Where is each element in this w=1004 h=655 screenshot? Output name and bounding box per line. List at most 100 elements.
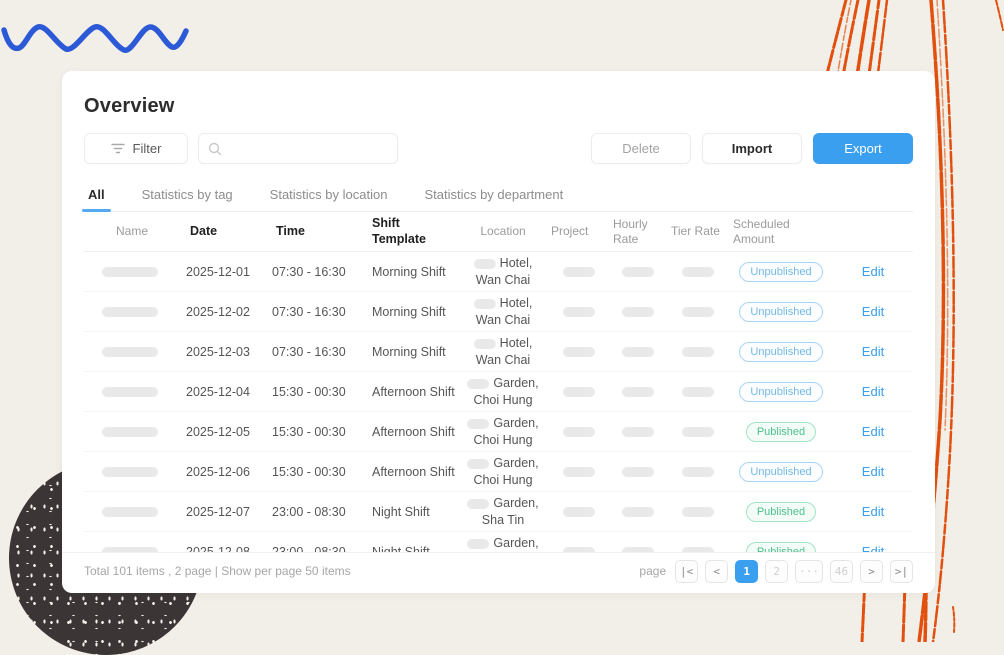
cell-status: Published <box>729 501 833 522</box>
name-placeholder-pill <box>102 346 158 357</box>
cell-time: 15:30 - 00:30 <box>272 384 346 399</box>
status-badge: Unpublished <box>739 461 823 482</box>
tab-statistics-by-department[interactable]: Statistics by department <box>422 181 565 211</box>
tier-rate-placeholder-pill <box>682 306 714 317</box>
location-line1: Hotel, <box>499 255 533 270</box>
cell-tier-rate <box>667 386 729 397</box>
name-placeholder-pill <box>102 306 158 317</box>
table-header: Name Date Time Shift Template Location P… <box>84 212 913 253</box>
cell-name <box>84 386 164 397</box>
tab-all[interactable]: All <box>82 181 111 212</box>
cell-date: 2025-12-03 <box>186 344 250 359</box>
cell-date: 2025-12-04 <box>186 384 250 399</box>
cell-time: 23:00 - 08:30 <box>272 504 346 519</box>
location-line2: Choi Hung <box>473 392 533 407</box>
cell-hourly-rate <box>609 266 667 277</box>
location-line1: Garden, <box>493 495 539 510</box>
page-2-button[interactable]: 2 <box>765 559 789 583</box>
cell-time: 07:30 - 16:30 <box>272 304 346 319</box>
cell-hourly-rate <box>609 506 667 517</box>
cell-time: 07:30 - 16:30 <box>272 344 346 359</box>
export-button[interactable]: Export <box>813 133 913 164</box>
location-placeholder-pill <box>467 378 490 389</box>
edit-link[interactable]: Edit <box>862 384 884 399</box>
location-placeholder-pill <box>473 338 496 349</box>
edit-link[interactable]: Edit <box>862 424 884 439</box>
table-row: 2025-12-07 23:00 - 08:30 Night Shift Gar… <box>84 492 913 533</box>
cell-tier-rate <box>667 266 729 277</box>
next-page-button[interactable]: > <box>860 559 883 583</box>
cell-project <box>549 306 609 317</box>
cell-date: 2025-12-01 <box>186 264 250 279</box>
cell-hourly-rate <box>609 386 667 397</box>
edit-link[interactable]: Edit <box>862 464 884 479</box>
edit-link[interactable]: Edit <box>862 344 884 359</box>
edit-link[interactable]: Edit <box>862 504 884 519</box>
first-page-button[interactable]: |< <box>675 559 699 583</box>
cell-status: Unpublished <box>729 261 833 282</box>
cell-project <box>549 386 609 397</box>
edit-link[interactable]: Edit <box>862 264 884 279</box>
location-line1: Garden, <box>493 415 539 430</box>
cell-tier-rate <box>667 466 729 477</box>
search-input[interactable] <box>229 141 405 156</box>
filter-icon <box>110 143 125 154</box>
search-box[interactable] <box>198 133 405 164</box>
location-line2: Wan Chai <box>475 312 531 327</box>
project-placeholder-pill <box>563 346 595 357</box>
cell-edit: Edit <box>833 304 913 319</box>
cell-status: Unpublished <box>729 381 833 402</box>
cell-location: Hotel, Wan Chai <box>457 255 549 289</box>
filter-button[interactable]: Filter <box>84 133 188 164</box>
tab-bar: All Statistics by tag Statistics by loca… <box>82 181 913 212</box>
tab-statistics-by-location[interactable]: Statistics by location <box>268 181 390 211</box>
cell-shift-template: Night Shift <box>372 504 430 519</box>
location-line1: Garden, <box>493 375 539 390</box>
table-row: 2025-12-02 07:30 - 16:30 Morning Shift H… <box>84 292 913 333</box>
cell-edit: Edit <box>833 384 913 399</box>
cell-name <box>84 426 164 437</box>
cell-status: Unpublished <box>729 301 833 322</box>
name-placeholder-pill <box>102 266 158 277</box>
column-header-time: Time <box>276 223 305 238</box>
cell-hourly-rate <box>609 466 667 477</box>
status-badge: Unpublished <box>739 301 823 322</box>
cell-date: 2025-12-07 <box>186 504 250 519</box>
cell-tier-rate <box>667 346 729 357</box>
cell-date: 2025-12-05 <box>186 424 250 439</box>
cell-location: Hotel, Wan Chai <box>457 335 549 369</box>
cell-status: Published <box>729 421 833 442</box>
hourly-rate-placeholder-pill <box>622 346 654 357</box>
cell-shift-template: Night Shift <box>372 544 430 552</box>
hourly-rate-placeholder-pill <box>622 426 654 437</box>
cell-time: 15:30 - 00:30 <box>272 424 346 439</box>
cell-tier-rate <box>667 306 729 317</box>
edit-link[interactable]: Edit <box>862 544 884 552</box>
hourly-rate-placeholder-pill <box>622 466 654 477</box>
cell-hourly-rate <box>609 426 667 437</box>
page-label: page <box>639 564 667 578</box>
cell-status: Unpublished <box>729 461 833 482</box>
table-body: 2025-12-01 07:30 - 16:30 Morning Shift H… <box>84 252 913 552</box>
import-button[interactable]: Import <box>702 133 802 164</box>
blue-squiggle-decoration <box>1 24 189 53</box>
last-page-button[interactable]: >| <box>890 559 913 583</box>
delete-button[interactable]: Delete <box>591 133 691 164</box>
location-line2: Sha Tin <box>481 512 525 527</box>
tier-rate-placeholder-pill <box>682 426 714 437</box>
location-line2: Wan Chai <box>475 272 531 287</box>
page-ellipsis-button[interactable]: ··· <box>795 559 823 583</box>
page-1-button[interactable]: 1 <box>735 559 759 583</box>
cell-location: Garden, Choi Hung <box>457 415 549 449</box>
page-46-button[interactable]: 46 <box>830 559 853 583</box>
cell-shift-template: Afternoon Shift <box>372 384 455 399</box>
tier-rate-placeholder-pill <box>682 466 714 477</box>
cell-time: 07:30 - 16:30 <box>272 264 346 279</box>
tab-statistics-by-tag[interactable]: Statistics by tag <box>140 181 235 211</box>
toolbar: Filter Delete Import Export <box>84 133 913 164</box>
previous-page-button[interactable]: < <box>705 559 729 583</box>
edit-link[interactable]: Edit <box>862 304 884 319</box>
cell-name <box>84 346 164 357</box>
project-placeholder-pill <box>563 426 595 437</box>
table-row: 2025-12-01 07:30 - 16:30 Morning Shift H… <box>84 252 913 293</box>
